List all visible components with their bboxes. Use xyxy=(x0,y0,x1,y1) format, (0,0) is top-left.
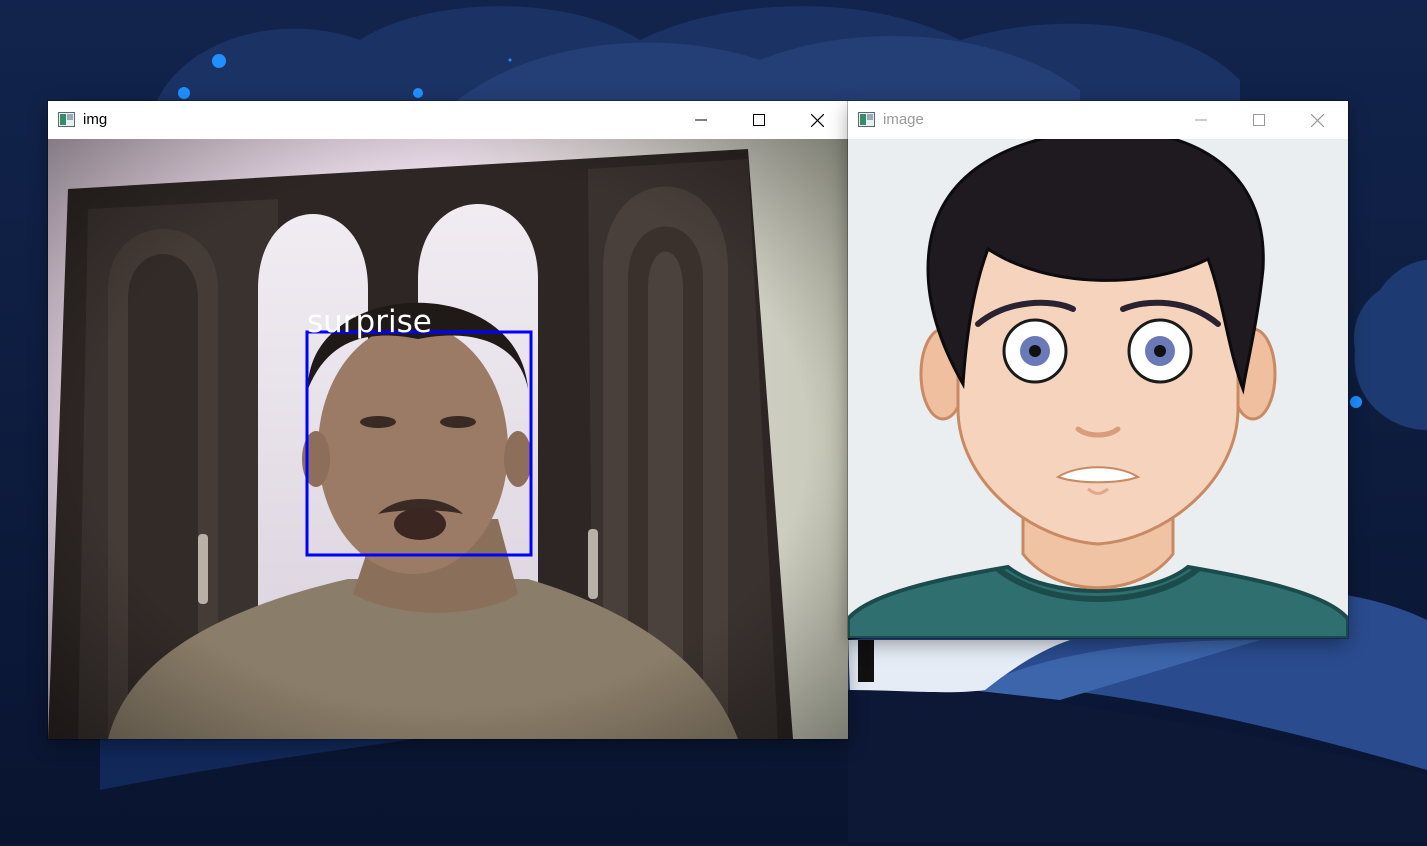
image-minimize-button[interactable] xyxy=(1172,101,1230,139)
img-maximize-button[interactable] xyxy=(730,101,788,139)
emotion-label: surprise xyxy=(307,304,432,340)
img-window-title: img xyxy=(83,111,108,128)
close-icon xyxy=(810,113,824,127)
surprised-avatar-image xyxy=(848,139,1348,638)
minimize-icon xyxy=(1195,119,1207,121)
image-window-title: image xyxy=(883,111,924,128)
image-window[interactable]: image xyxy=(848,101,1348,638)
image-maximize-button[interactable] xyxy=(1230,101,1288,139)
emoji-frame xyxy=(848,139,1348,638)
minimize-icon xyxy=(695,119,707,121)
maximize-icon xyxy=(753,114,765,126)
image-close-button[interactable] xyxy=(1288,101,1346,139)
close-icon xyxy=(1310,113,1324,127)
img-window-titlebar[interactable]: img xyxy=(48,101,848,139)
app-image-icon xyxy=(58,112,75,127)
img-close-button[interactable] xyxy=(788,101,846,139)
image-window-titlebar[interactable]: image xyxy=(848,101,1348,139)
webcam-frame: surprise xyxy=(48,139,848,739)
app-image-icon xyxy=(858,112,875,127)
img-minimize-button[interactable] xyxy=(672,101,730,139)
img-window[interactable]: img surprise xyxy=(48,101,848,739)
webcam-image: surprise xyxy=(48,139,848,739)
maximize-icon xyxy=(1253,114,1265,126)
